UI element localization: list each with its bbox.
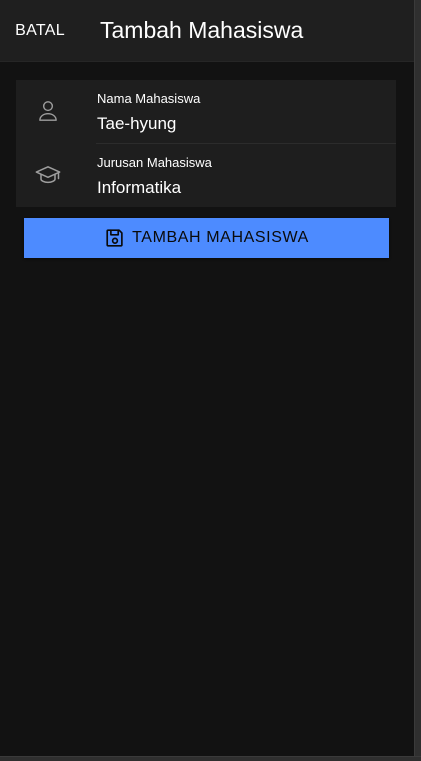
page-title: Tambah Mahasiswa — [100, 17, 304, 43]
person-icon — [34, 97, 62, 125]
cancel-button[interactable]: BATAL — [0, 0, 80, 62]
window-edge-bottom — [0, 756, 421, 761]
add-student-label: TAMBAH MAHASISWA — [132, 229, 309, 246]
student-major-label: Jurusan Mahasiswa — [97, 155, 212, 170]
student-major-field[interactable]: Jurusan Mahasiswa Informatika — [16, 144, 396, 207]
student-name-field[interactable]: Nama Mahasiswa Tae-hyung — [16, 80, 396, 143]
app-screen: BATAL Tambah Mahasiswa Nama Mahasiswa Ta… — [0, 0, 414, 756]
student-name-label: Nama Mahasiswa — [97, 91, 201, 106]
toolbar: BATAL Tambah Mahasiswa — [0, 0, 414, 62]
student-name-input[interactable]: Tae-hyung — [97, 113, 176, 135]
add-student-button[interactable]: TAMBAH MAHASISWA — [24, 218, 389, 258]
graduation-cap-icon — [34, 161, 62, 189]
window-edge-right — [414, 0, 421, 761]
save-icon — [104, 227, 126, 249]
student-form-card: Nama Mahasiswa Tae-hyung Jurusan Mahasis… — [16, 80, 396, 207]
student-major-input[interactable]: Informatika — [97, 177, 181, 199]
